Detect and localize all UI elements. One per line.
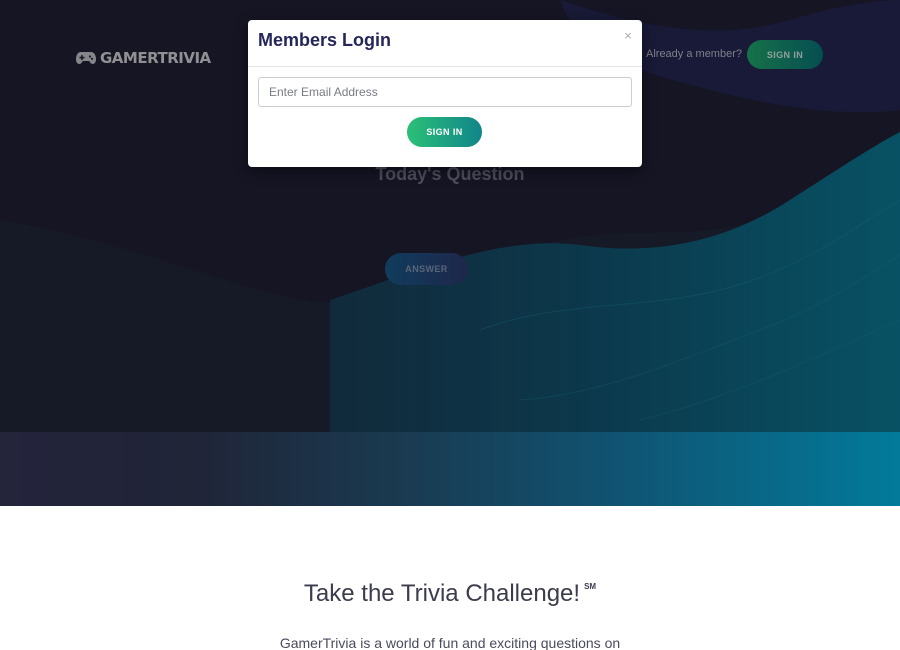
- modal-title: Members Login: [258, 30, 392, 50]
- modal-divider: [248, 66, 642, 67]
- members-login-modal: Members Login × SIGN IN: [248, 20, 642, 167]
- email-field[interactable]: [258, 77, 632, 107]
- service-mark: SM: [584, 582, 597, 591]
- modal-sign-in-button[interactable]: SIGN IN: [407, 117, 482, 147]
- close-icon[interactable]: ×: [621, 28, 635, 44]
- challenge-heading-text: Take the Trivia Challenge!: [303, 580, 581, 607]
- intro-paragraph: GamerTrivia is a world of fun and exciti…: [279, 635, 621, 650]
- trivia-challenge-heading: Take the Trivia Challenge! SM: [0, 580, 900, 608]
